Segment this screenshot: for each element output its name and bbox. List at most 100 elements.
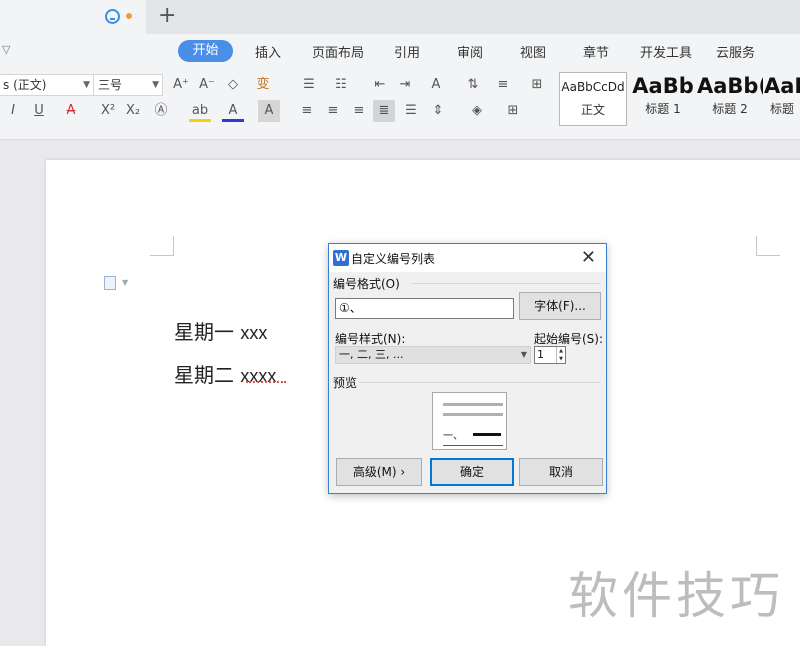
line2-cjk-text: 星期二 xyxy=(174,363,234,387)
menu-bar: ▽ 开始 插入 页面布局 引用 审阅 视图 章节 开发工具 云服务 xyxy=(0,34,800,68)
menu-tab-chapter[interactable]: 章节 xyxy=(583,42,609,61)
document-line-1[interactable]: 星期一 xxx xyxy=(174,316,267,345)
menu-tab-view[interactable]: 视图 xyxy=(520,42,546,61)
style-normal-label: 正文 xyxy=(580,103,605,117)
group-divider xyxy=(359,382,601,383)
style-h2-sample: AaBb( xyxy=(697,74,763,98)
paragraph-spacing-icon[interactable]: ⇕ xyxy=(427,100,449,122)
shrink-font-icon[interactable]: A⁻ xyxy=(196,74,218,96)
style-h3-label: 标题 xyxy=(769,102,794,116)
distributed-icon[interactable]: ☰ xyxy=(400,100,422,122)
document-options-icon[interactable] xyxy=(104,276,116,290)
character-shading-icon[interactable]: A xyxy=(258,100,280,122)
custom-numbered-list-dialog: W 自定义编号列表 ✕ 编号格式(O) ①、 字体(F)... 编号样式(N):… xyxy=(328,243,607,494)
new-tab-button[interactable]: + xyxy=(158,3,176,28)
clear-format-icon[interactable]: ◇ xyxy=(222,74,244,96)
justify-icon[interactable]: ≣ xyxy=(373,100,395,122)
line1-cjk-text: 星期一 xyxy=(174,320,234,344)
menu-tab-references[interactable]: 引用 xyxy=(394,42,420,61)
preview-line xyxy=(443,413,503,416)
preview-line xyxy=(443,403,503,406)
start-at-label: 起始编号(S): xyxy=(534,332,604,346)
start-at-stepper[interactable]: 1 ▲ ▼ xyxy=(534,346,566,364)
font-name-select[interactable]: s (正文) ▼ xyxy=(0,74,94,96)
line2-latin-text: xxxx xyxy=(240,366,277,386)
increase-indent-icon[interactable]: ⇥ xyxy=(394,74,416,96)
sort-icon[interactable]: ⇅ xyxy=(462,74,484,96)
line1-latin-text: xxx xyxy=(240,323,268,343)
preview-group-label: 预览 xyxy=(333,376,358,390)
font-button[interactable]: 字体(F)... xyxy=(519,292,601,320)
bullet-list-icon[interactable]: ☰ xyxy=(298,74,320,96)
chevron-down-icon[interactable]: ▼ xyxy=(122,278,128,287)
text-direction-icon[interactable]: A xyxy=(425,74,447,96)
format-group-label: 编号格式(O) xyxy=(333,277,400,291)
font-size-value: 三号 xyxy=(98,78,123,92)
style-h2-label: 标题 2 xyxy=(712,102,748,116)
unsaved-dot-icon xyxy=(126,13,132,19)
margin-corner-marker xyxy=(756,236,780,256)
phonetic-guide-icon[interactable]: 变 xyxy=(252,74,274,96)
menu-tab-developer[interactable]: 开发工具 xyxy=(640,42,692,61)
advanced-button[interactable]: 高级(M) › xyxy=(336,458,422,486)
style-heading-1[interactable]: AaBb 标题 1 xyxy=(630,72,696,126)
number-style-value: 一, 二, 三, ... xyxy=(339,348,404,361)
margin-corner-marker xyxy=(150,236,174,256)
menu-tab-cloud[interactable]: 云服务 xyxy=(716,42,755,61)
shading-icon[interactable]: ◈ xyxy=(466,100,488,122)
style-normal[interactable]: AaBbCcDd 正文 xyxy=(559,72,627,126)
menu-collapse-icon[interactable]: ▽ xyxy=(2,43,10,56)
numbered-list-icon[interactable]: ☷ xyxy=(330,74,352,96)
chevron-down-icon: ▼ xyxy=(152,80,159,90)
font-size-select[interactable]: 三号 ▼ xyxy=(93,74,163,96)
italic-icon[interactable]: I xyxy=(2,100,24,122)
line-spacing-icon[interactable]: ≡ xyxy=(492,74,514,96)
cancel-button[interactable]: 取消 xyxy=(519,458,603,486)
document-tab[interactable] xyxy=(0,0,146,34)
chevron-down-icon: ▼ xyxy=(520,350,527,359)
chevron-down-icon: ▼ xyxy=(83,80,90,90)
style-h1-label: 标题 1 xyxy=(645,102,681,116)
stepper-arrows-icon[interactable]: ▲ ▼ xyxy=(556,347,565,363)
align-center-icon[interactable]: ≡ xyxy=(322,100,344,122)
group-divider xyxy=(411,283,601,284)
subscript-icon[interactable]: X₂ xyxy=(122,100,144,122)
ok-button[interactable]: 确定 xyxy=(430,458,514,486)
underline-icon[interactable]: U xyxy=(28,100,50,122)
document-line-2[interactable]: 星期二 xxxx xyxy=(174,359,276,388)
align-left-icon[interactable]: ≡ xyxy=(296,100,318,122)
grow-font-icon[interactable]: A⁺ xyxy=(170,74,192,96)
menu-tab-review[interactable]: 审阅 xyxy=(457,42,483,61)
text-effect-icon[interactable]: Ⓐ xyxy=(150,100,172,122)
menu-tab-start[interactable]: 开始 xyxy=(178,40,233,62)
spellcheck-underline xyxy=(246,380,286,383)
dialog-title: 自定义编号列表 xyxy=(351,252,436,266)
menu-tab-page-layout[interactable]: 页面布局 xyxy=(312,42,364,61)
strikethrough-icon[interactable]: A xyxy=(60,100,82,122)
style-heading-3[interactable]: AaB 标题 xyxy=(764,72,800,126)
style-normal-sample: AaBbCcDd xyxy=(561,80,625,94)
preview-line xyxy=(473,433,501,436)
font-color-icon[interactable]: A xyxy=(222,100,244,122)
highlight-icon[interactable]: ab xyxy=(189,100,211,122)
number-style-label: 编号样式(N): xyxy=(335,332,406,346)
style-h3-sample: AaB xyxy=(764,74,800,98)
superscript-icon[interactable]: X² xyxy=(97,100,119,122)
style-h1-sample: AaBb xyxy=(632,74,694,98)
ribbon-toolbar: s (正文) ▼ 三号 ▼ A⁺ A⁻ ◇ 变 ☰ ☷ ⇤ ⇥ A ⇅ ≡ ⊞ … xyxy=(0,68,800,140)
decrease-indent-icon[interactable]: ⇤ xyxy=(369,74,391,96)
style-heading-2[interactable]: AaBb( 标题 2 xyxy=(697,72,763,126)
chat-icon[interactable] xyxy=(105,9,120,24)
dialog-titlebar[interactable]: W 自定义编号列表 ✕ xyxy=(329,244,606,272)
menu-tab-insert[interactable]: 插入 xyxy=(255,42,281,61)
table-icon[interactable]: ⊞ xyxy=(526,74,548,96)
tab-bar: + xyxy=(0,0,800,34)
close-icon[interactable]: ✕ xyxy=(581,247,596,268)
align-right-icon[interactable]: ≡ xyxy=(348,100,370,122)
number-format-input[interactable]: ①、 xyxy=(335,298,514,319)
start-at-value: 1 xyxy=(537,348,544,361)
wps-writer-icon: W xyxy=(333,250,349,266)
number-style-select[interactable]: 一, 二, 三, ... ▼ xyxy=(335,346,531,364)
preview-box: 一、 xyxy=(432,392,507,450)
border-icon[interactable]: ⊞ xyxy=(502,100,524,122)
